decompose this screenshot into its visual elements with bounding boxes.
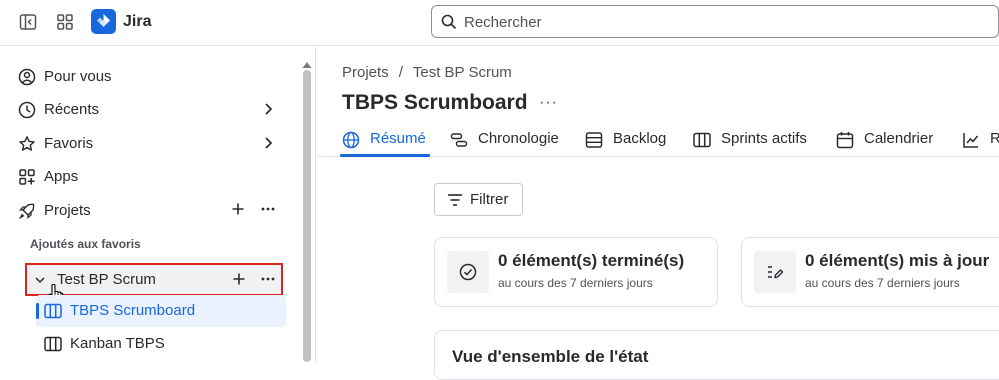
sidebar-item-label: Pour vous	[44, 67, 112, 85]
app-switcher-icon[interactable]	[54, 11, 76, 33]
sidebar: Pour vous Récents Favoris Apps Projets A…	[0, 47, 316, 363]
sidebar-board-kanban-tbps[interactable]: Kanban TBPS	[36, 328, 286, 360]
active-indicator	[36, 303, 39, 319]
stat-card-completed[interactable]: 0 élément(s) terminé(s) au cours des 7 d…	[434, 237, 718, 307]
favorite-project-item[interactable]: Test BP Scrum	[25, 263, 283, 305]
stat-card-title: 0 élément(s) terminé(s)	[498, 251, 685, 270]
stat-card-subtitle: au cours des 7 derniers jours	[805, 276, 960, 290]
more-icon[interactable]	[260, 202, 276, 221]
globe-icon	[342, 131, 360, 154]
sidebar-item-apps[interactable]: Apps	[8, 160, 288, 192]
user-icon	[18, 68, 36, 86]
breadcrumb-separator: /	[398, 64, 403, 81]
title-more-button[interactable]: ···	[539, 94, 558, 112]
sidebar-item-pour-vous[interactable]: Pour vous	[8, 60, 288, 92]
app-name[interactable]: Jira	[123, 13, 151, 31]
chevron-down-icon[interactable]	[34, 273, 46, 291]
more-icon[interactable]	[260, 272, 276, 291]
sidebar-scrollbar-thumb[interactable]	[303, 70, 311, 362]
star-icon	[18, 135, 36, 153]
edit-list-icon	[754, 251, 796, 293]
search-icon	[441, 14, 457, 35]
add-icon[interactable]	[232, 272, 246, 291]
tab-label: Chronologie	[478, 130, 559, 147]
chevron-right-icon[interactable]	[261, 136, 275, 155]
check-circle-icon	[447, 251, 489, 293]
status-overview-card: Vue d'ensemble de l'état	[434, 330, 999, 380]
sidebar-item-projets[interactable]: Projets	[8, 194, 288, 226]
rocket-icon	[18, 202, 36, 220]
filter-button[interactable]: Filtrer	[434, 183, 523, 216]
stat-card-updated[interactable]: 0 élément(s) mis à jour au cours des 7 d…	[741, 237, 999, 307]
tab-resume[interactable]: Résumé	[340, 127, 432, 157]
add-project-icon[interactable]	[231, 202, 245, 221]
breadcrumb-project[interactable]: Test BP Scrum	[413, 64, 512, 81]
board-icon	[44, 303, 62, 324]
sidebar-board-label: TBPS Scrumboard	[70, 302, 196, 319]
chevron-right-icon[interactable]	[261, 102, 275, 121]
main-content: Projets / Test BP Scrum TBPS Scrumboard …	[317, 47, 999, 380]
breadcrumb-projects[interactable]: Projets	[342, 64, 389, 81]
stat-card-title: 0 élément(s) mis à jour	[805, 251, 990, 270]
tab-label: Ra	[990, 130, 999, 147]
jira-logo-icon[interactable]	[91, 9, 116, 34]
search-input[interactable]	[464, 11, 964, 33]
tab-bar: Résumé Chronologie Backlog Sprints actif…	[317, 127, 999, 157]
sidebar-item-label: Projets	[44, 201, 91, 219]
sidebar-board-tbps-scrumboard[interactable]: TBPS Scrumboard	[36, 295, 286, 327]
favorite-project-label: Test BP Scrum	[57, 271, 156, 288]
clock-icon	[18, 101, 36, 119]
calendar-icon	[836, 131, 854, 154]
tab-label: Sprints actifs	[721, 130, 807, 147]
sidebar-item-label: Apps	[44, 167, 79, 185]
timeline-icon	[450, 131, 468, 154]
search-box[interactable]	[431, 5, 999, 38]
tab-label: Résumé	[370, 130, 426, 147]
tab-sprints-actifs[interactable]: Sprints actifs	[693, 127, 818, 157]
active-tab-underline	[340, 154, 430, 157]
chart-icon	[962, 131, 980, 154]
filter-icon	[447, 193, 463, 212]
tab-rapports[interactable]: Ra	[962, 127, 999, 157]
board-icon	[44, 336, 62, 357]
section-label-favorites: Ajoutés aux favoris	[30, 237, 141, 251]
sidebar-item-label: Favoris	[44, 134, 94, 152]
stat-card-subtitle: au cours des 7 derniers jours	[498, 276, 653, 290]
tab-label: Backlog	[613, 130, 667, 147]
filter-label: Filtrer	[470, 191, 509, 208]
sidebar-item-label: Récents	[44, 100, 100, 118]
breadcrumb: Projets / Test BP Scrum	[342, 64, 512, 81]
tab-chronologie[interactable]: Chronologie	[450, 127, 570, 157]
status-overview-title: Vue d'ensemble de l'état	[452, 347, 649, 366]
tab-backlog[interactable]: Backlog	[585, 127, 675, 157]
apps-icon	[18, 168, 36, 186]
board-icon	[693, 131, 711, 154]
sidebar-board-label: Kanban TBPS	[70, 335, 165, 352]
backlog-icon	[585, 131, 603, 154]
sidebar-toggle-icon[interactable]	[17, 11, 39, 33]
tab-calendrier[interactable]: Calendrier	[836, 127, 946, 157]
top-bar: Jira	[0, 0, 999, 46]
sidebar-item-recents[interactable]: Récents	[8, 93, 288, 125]
sidebar-item-favoris[interactable]: Favoris	[8, 127, 288, 159]
page-title: TBPS Scrumboard	[342, 91, 528, 114]
tab-label: Calendrier	[864, 130, 934, 147]
